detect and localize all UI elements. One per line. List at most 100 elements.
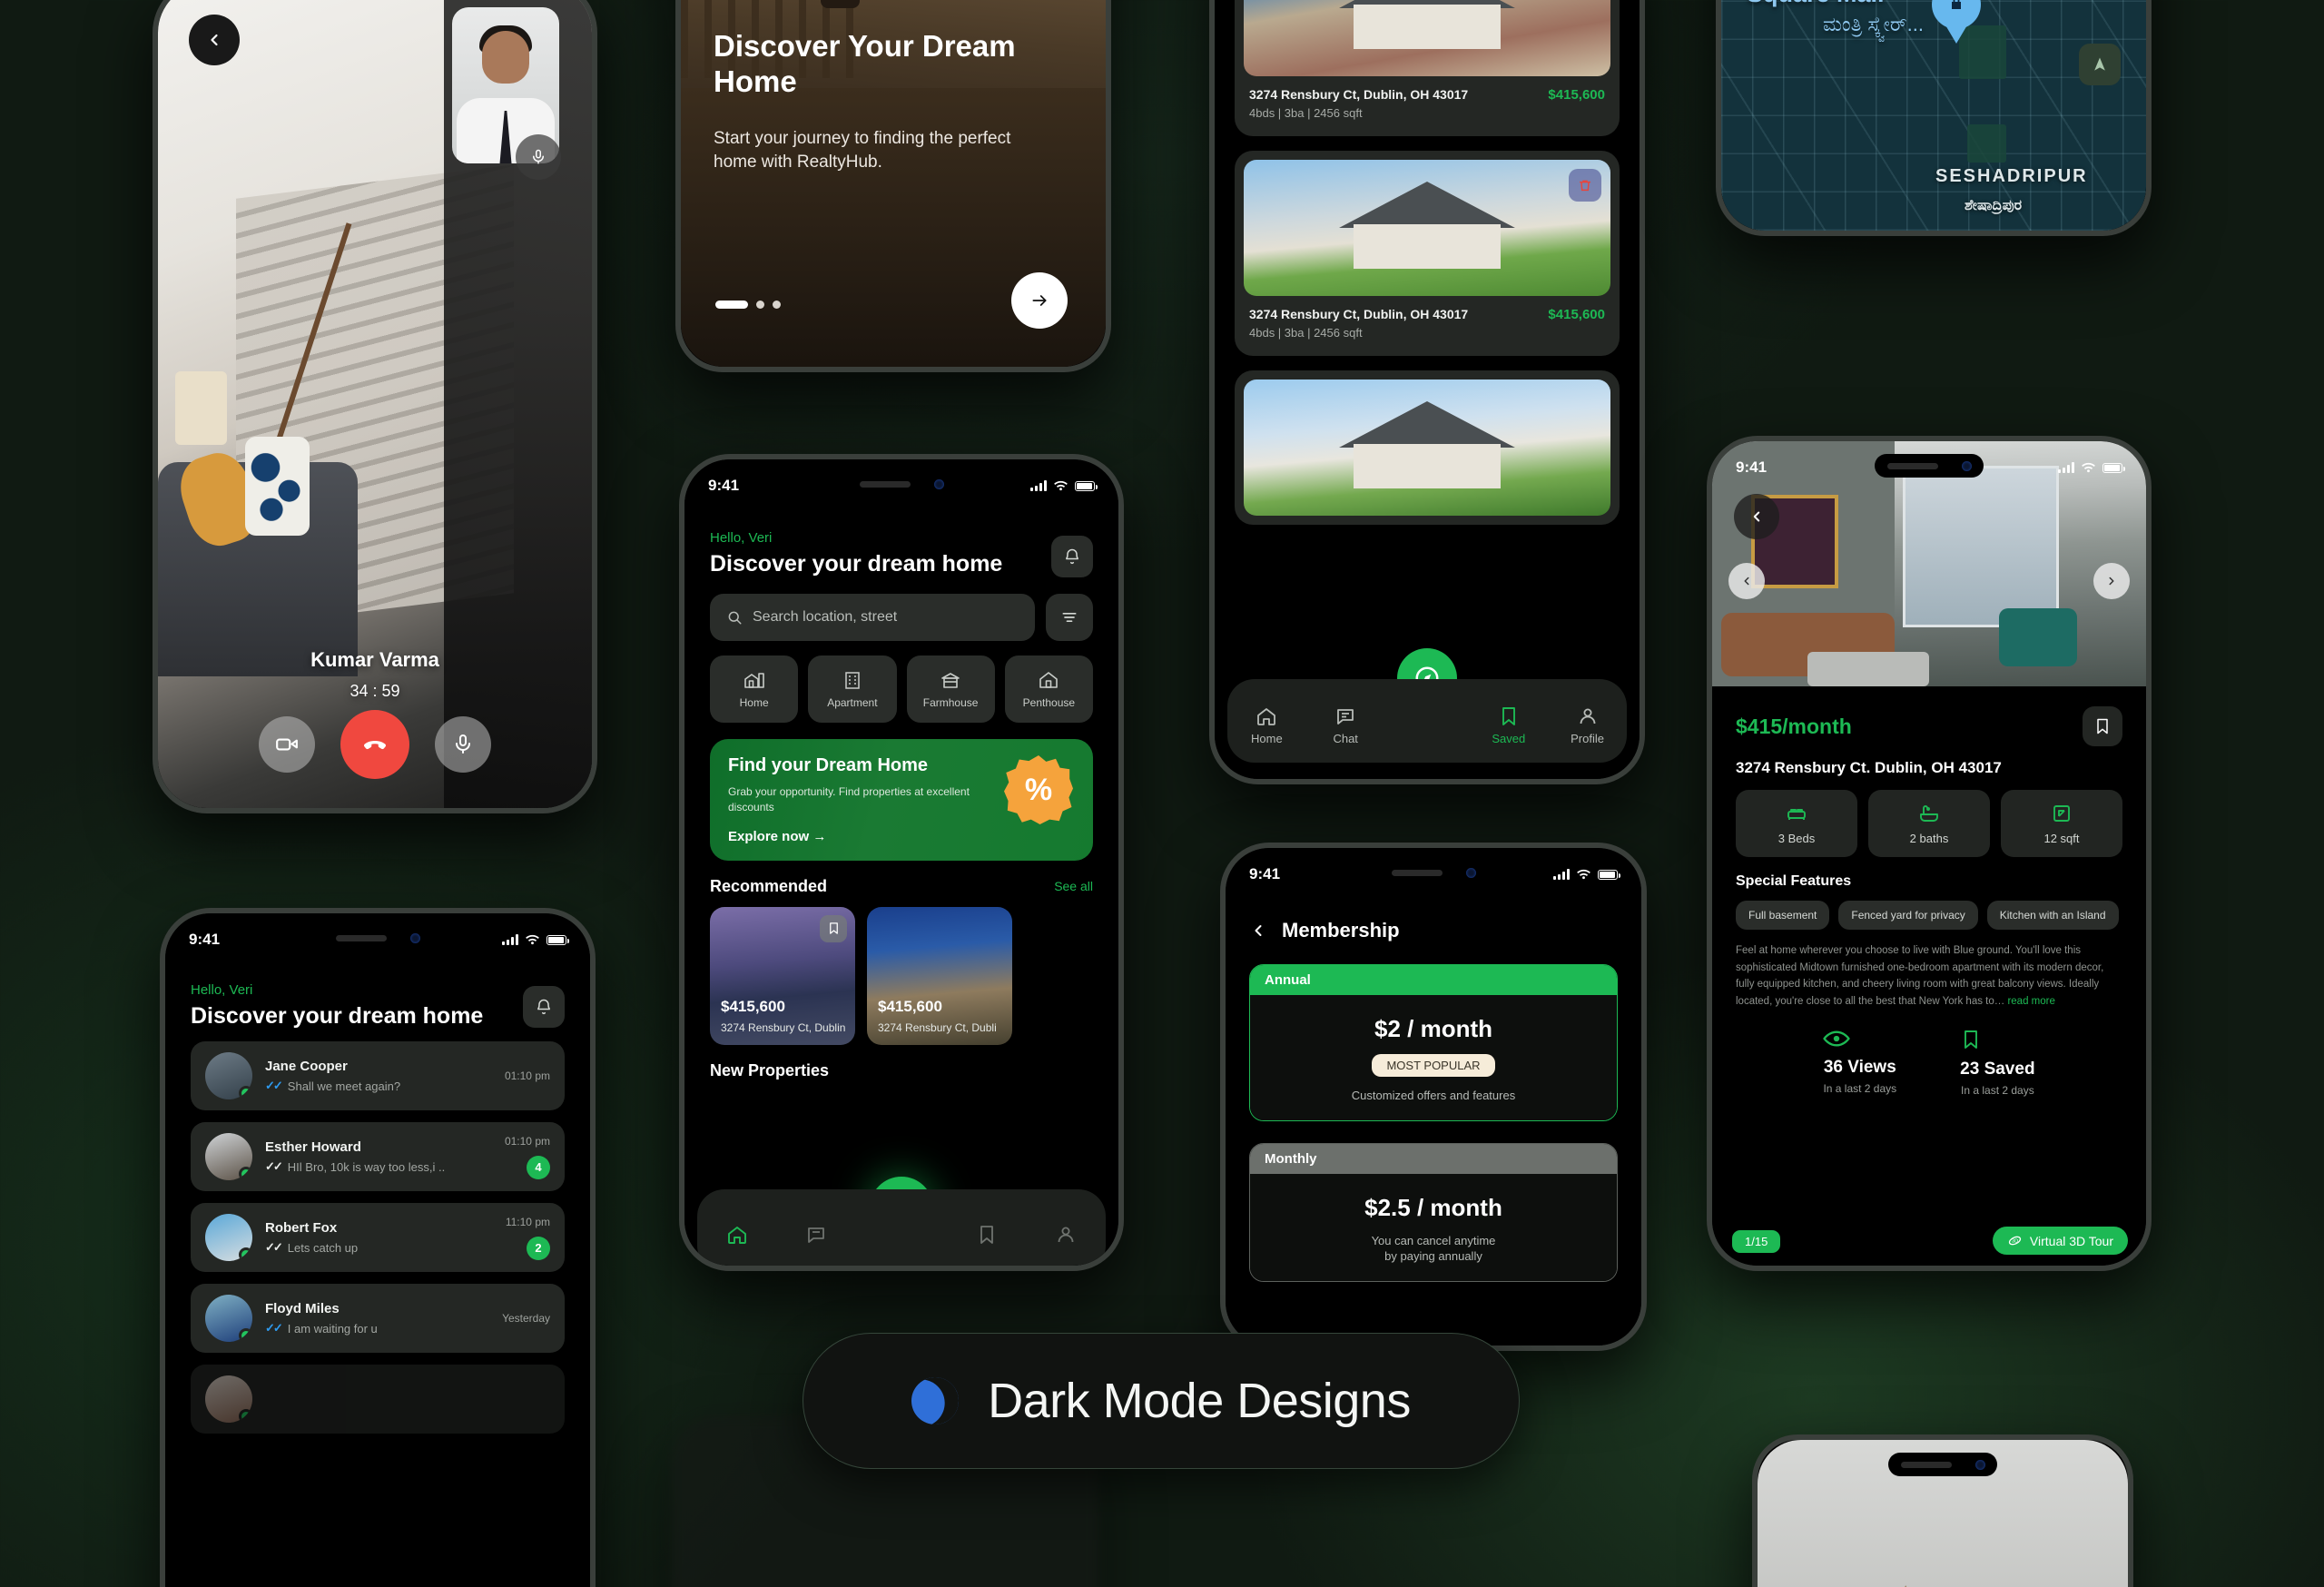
tab-saved[interactable] — [961, 1224, 1012, 1246]
notch — [847, 472, 956, 496]
category-label: Penthouse — [1022, 696, 1076, 709]
save-property-button[interactable] — [2083, 706, 2122, 746]
battery-icon — [1598, 869, 1620, 880]
category-farmhouse[interactable]: Farmhouse — [906, 656, 995, 723]
prev-image-button[interactable] — [1728, 563, 1765, 599]
chat-list-item[interactable]: Esther Howard ✓✓ HIl Bro, 10k is way too … — [191, 1122, 565, 1191]
bathtub-icon — [1920, 804, 1938, 822]
chat-name: Robert Fox — [265, 1220, 338, 1236]
read-receipt-icon: ✓✓ — [265, 1240, 283, 1254]
map-poi-label: Square Mall — [1747, 0, 1885, 8]
stat-value: 36 Views — [1823, 1057, 1896, 1077]
home-icon — [1257, 708, 1276, 725]
map-area-label-local: ಶೇಷಾದ್ರಿಪುರ — [1965, 198, 2023, 213]
plan-card-annual[interactable]: Annual $2 / month MOST POPULAR Customize… — [1249, 964, 1618, 1121]
chat-list-item[interactable]: Robert Fox ✓✓ Lets catch up 11:10 pm 2 — [191, 1203, 565, 1272]
unread-badge: 4 — [527, 1155, 550, 1179]
listing-address: 3274 Rensbury Ct, Dublin, OH 43017 — [1249, 87, 1469, 102]
recommended-row[interactable]: $415,600 3274 Rensbury Ct, Dublin $415,6… — [710, 906, 1093, 1045]
back-button[interactable] — [1734, 494, 1779, 539]
image-counter: 1/15 — [1732, 1230, 1781, 1253]
pip-mic-button[interactable] — [516, 134, 561, 180]
end-call-button[interactable] — [340, 710, 409, 779]
most-popular-badge: MOST POPULAR — [1372, 1054, 1495, 1077]
listing-price: $415,600 — [1548, 87, 1605, 103]
virtual-tour-label: Virtual 3D Tour — [2029, 1233, 2113, 1248]
plan-card-monthly[interactable]: Monthly $2.5 / month You can cancel anyt… — [1249, 1143, 1618, 1282]
camera-toggle-button[interactable] — [259, 716, 315, 773]
listing-card[interactable] — [1235, 370, 1620, 525]
promo-cta[interactable]: Explore now → — [728, 829, 1075, 844]
category-row: Home Apartment Farmhouse Penthouse — [710, 656, 1093, 723]
chevron-left-icon — [211, 34, 218, 46]
tab-home[interactable]: Home — [1239, 705, 1294, 745]
filter-button[interactable] — [1046, 594, 1093, 641]
plan-note-secondary: by paying annually — [1384, 1249, 1482, 1263]
search-placeholder: Search location, street — [753, 609, 898, 625]
tab-chat[interactable]: Chat — [1318, 705, 1373, 745]
microphone-icon — [533, 149, 544, 164]
mic-toggle-button[interactable] — [435, 716, 491, 773]
wifi-icon — [2082, 462, 2095, 472]
status-time: 9:41 — [1736, 458, 1768, 476]
chat-preview: Shall we meet again? — [287, 1079, 401, 1093]
chat-list-item[interactable]: Jane Cooper ✓✓ Shall we meet again? 01:10… — [191, 1041, 565, 1110]
category-apartment[interactable]: Apartment — [808, 656, 897, 723]
listing-card[interactable]: 3274 Rensbury Ct, Dublin, OH 43017 $415,… — [1235, 0, 1620, 136]
virtual-tour-button[interactable]: 3D Virtual 3D Tour — [1992, 1227, 2128, 1255]
chat-list-item[interactable] — [191, 1365, 565, 1434]
bed-icon — [1787, 808, 1806, 820]
map-canvas[interactable] — [1721, 0, 2146, 231]
tab-label: Home — [1251, 732, 1283, 745]
stat-sub: In a last 2 days — [1961, 1083, 2034, 1097]
map-area-label: SESHADRIPUR — [1935, 166, 2088, 186]
listing-card[interactable]: 3274 Rensbury Ct, Dublin, OH 43017 $415,… — [1235, 151, 1620, 356]
home-icon — [727, 1227, 746, 1244]
tab-label: Chat — [1333, 732, 1358, 745]
stat-value: 23 Saved — [1960, 1059, 2035, 1079]
bookmark-button[interactable] — [820, 914, 847, 942]
microphone-icon — [456, 734, 470, 754]
wifi-icon — [1054, 480, 1068, 490]
farmhouse-icon — [941, 673, 960, 688]
notch — [1888, 1453, 1997, 1476]
chat-icon — [807, 1227, 824, 1243]
onboarding-next-button[interactable] — [1011, 272, 1068, 329]
chat-list-item[interactable]: Floyd Miles ✓✓ I am waiting for u Yesterd… — [191, 1284, 565, 1353]
tab-profile[interactable] — [1040, 1224, 1091, 1246]
tab-label: Saved — [1492, 732, 1526, 745]
stat-saved: 23 Saved In a last 2 days — [1960, 1029, 2035, 1097]
back-button[interactable] — [1249, 922, 1267, 940]
search-input[interactable]: Search location, street — [710, 594, 1035, 641]
recommended-card[interactable]: $415,600 3274 Rensbury Ct, Dubli — [867, 906, 1012, 1045]
avatar — [205, 1375, 252, 1423]
property-stats: 36 Views In a last 2 days 23 Saved In a … — [1736, 1029, 2122, 1097]
3d-rotate-icon: 3D — [2008, 1236, 2022, 1246]
category-penthouse[interactable]: Penthouse — [1004, 656, 1093, 723]
svg-text:3D: 3D — [2012, 1239, 2018, 1245]
back-button[interactable] — [189, 15, 240, 65]
delete-listing-button[interactable] — [1569, 169, 1601, 202]
listing-address: 3274 Rensbury Ct, Dublin, OH 43017 — [1249, 307, 1469, 321]
tab-chat[interactable] — [791, 1224, 842, 1246]
category-home[interactable]: Home — [710, 656, 799, 723]
tab-home[interactable] — [712, 1224, 763, 1246]
house-icon — [743, 673, 764, 688]
tab-saved[interactable]: Saved — [1482, 705, 1536, 745]
read-receipt-icon: ✓✓ — [265, 1159, 283, 1173]
search-icon — [728, 611, 742, 625]
chats-phone: 9:41 Hello, Veri Discover your dream hom… — [160, 908, 596, 1587]
notifications-button[interactable] — [1051, 536, 1093, 577]
recommended-card[interactable]: $415,600 3274 Rensbury Ct, Dublin — [710, 906, 855, 1045]
caller-name: Kumar Varma — [310, 648, 439, 671]
tab-profile[interactable]: Profile — [1561, 705, 1615, 745]
notifications-button[interactable] — [523, 986, 565, 1028]
map-compass-button[interactable] — [2079, 44, 2121, 85]
promo-banner[interactable]: Find your Dream Home Grab your opportuni… — [710, 739, 1093, 861]
next-image-button[interactable] — [2093, 563, 2130, 599]
read-more-link[interactable]: read more — [2007, 996, 2054, 1007]
tab-label: Profile — [1571, 732, 1604, 745]
bell-icon — [537, 999, 551, 1015]
onboarding-pagination[interactable] — [715, 301, 781, 309]
see-all-link[interactable]: See all — [1054, 879, 1093, 893]
